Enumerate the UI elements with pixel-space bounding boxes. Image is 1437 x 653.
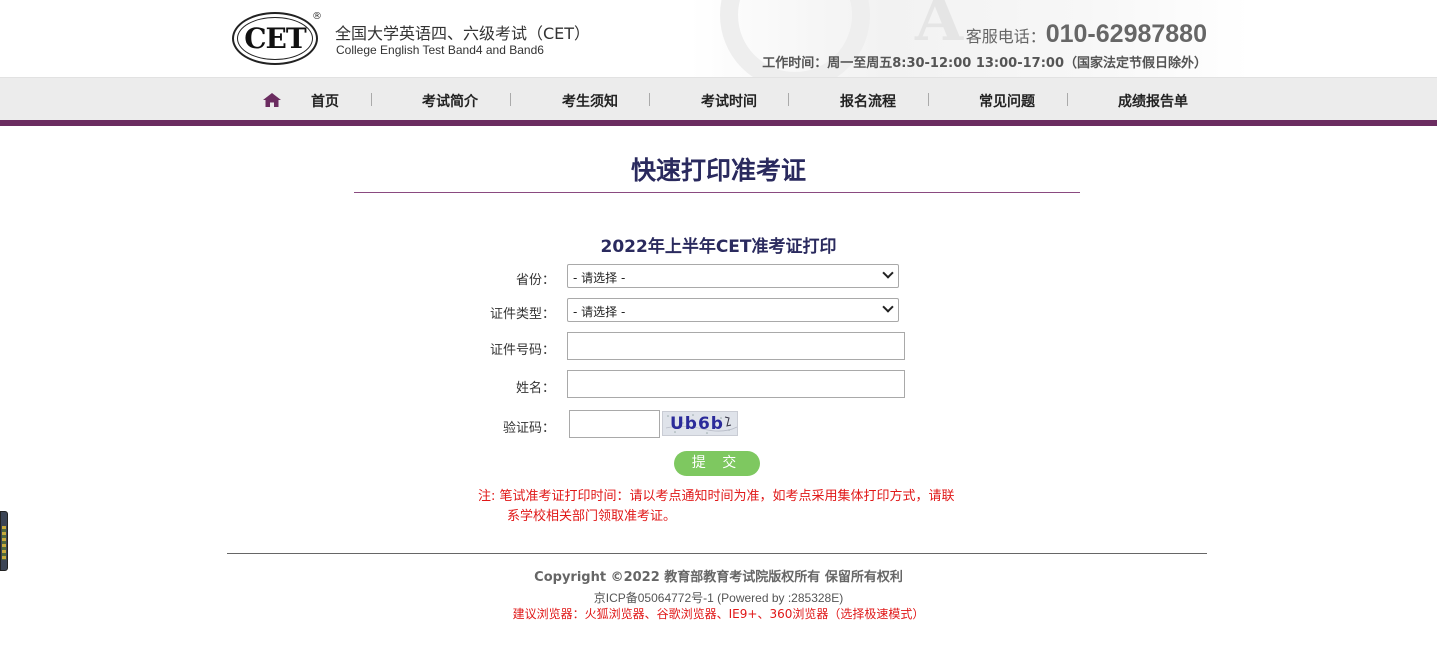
- site-subtitle: College English Test Band4 and Band6: [336, 43, 544, 57]
- nav-separator: [928, 93, 929, 106]
- province-label: 省份：: [515, 273, 555, 288]
- name-label: 姓名：: [515, 381, 555, 396]
- id-type-select-value: - 请选择 -: [573, 305, 626, 319]
- cet-logo-text: CET: [244, 22, 306, 55]
- cet-logo[interactable]: CET: [232, 12, 318, 65]
- title-divider: [354, 192, 1080, 193]
- nav-separator: [371, 93, 372, 106]
- site-title: 全国大学英语四、六级考试（CET）: [335, 24, 591, 43]
- footer-divider: [227, 553, 1207, 554]
- nav-item-home[interactable]: 首页: [311, 91, 339, 111]
- print-time-note: 注: 笔试准考证打印时间：请以考点通知时间为准，如考点采用集体打印方式，请联 系…: [478, 487, 1018, 527]
- icp-record[interactable]: 京ICP备05064772号-1 (Powered by :285328E): [0, 589, 1437, 606]
- home-icon[interactable]: [262, 92, 282, 108]
- browser-recommendation: 建议浏览器：火狐浏览器、谷歌浏览器、IE9+、360浏览器（选择极速模式）: [512, 607, 925, 621]
- submit-button[interactable]: 提 交: [674, 451, 760, 476]
- nav-separator: [649, 93, 650, 106]
- captcha-input[interactable]: [569, 410, 660, 438]
- registered-mark: ®: [312, 11, 322, 22]
- name-input[interactable]: [567, 370, 905, 398]
- decorative-letter: A: [915, 0, 964, 55]
- chevron-down-icon: [882, 301, 894, 313]
- captcha-text: Ub6b: [670, 414, 724, 434]
- chevron-down-icon: [882, 267, 894, 279]
- copyright-text: Copyright ©2022 教育部教育考试院版权所有 保留所有权利: [534, 570, 903, 585]
- nav-item-exam-time[interactable]: 考试时间: [701, 91, 757, 111]
- id-type-select[interactable]: - 请选择 -: [567, 298, 899, 322]
- site-header: A CET ® 全国大学英语四、六级考试（CET） College Englis…: [0, 0, 1437, 90]
- customer-service-hotline: 客服电话：010-62987880: [966, 20, 1207, 49]
- captcha-label: 验证码：: [502, 421, 555, 436]
- nav-item-score-report[interactable]: 成绩报告单: [1118, 91, 1188, 111]
- side-floating-widget[interactable]: [0, 511, 8, 571]
- nav-item-candidate-notice[interactable]: 考生须知: [562, 91, 618, 111]
- form-title: 2022年上半年CET准考证打印: [600, 237, 837, 257]
- note-line-2: 系学校相关部门领取准考证。: [507, 509, 677, 524]
- hotline-number: 010-62987880: [1045, 20, 1207, 48]
- province-select[interactable]: - 请选择 -: [567, 264, 899, 288]
- nav-separator: [788, 93, 789, 106]
- hotline-label: 客服电话：: [965, 27, 1046, 46]
- work-hours: 工作时间：周一至周五8:30-12:00 13:00-17:00（国家法定节假日…: [762, 56, 1207, 71]
- province-select-value: - 请选择 -: [573, 271, 626, 285]
- nav-separator: [1067, 93, 1068, 106]
- nav-item-exam-intro[interactable]: 考试简介: [422, 91, 478, 111]
- page-title: 快速打印准考证: [630, 156, 806, 185]
- captcha-image[interactable]: Ub6b: [662, 411, 738, 436]
- id-number-input[interactable]: [567, 332, 905, 360]
- main-nav: 首页 考试简介 考生须知 考试时间 报名流程 常见问题 成绩报告单: [0, 77, 1437, 120]
- nav-item-faq[interactable]: 常见问题: [979, 91, 1035, 111]
- note-line-1: 注: 笔试准考证打印时间：请以考点通知时间为准，如考点采用集体打印方式，请联: [478, 489, 955, 504]
- nav-accent-bar: [0, 120, 1437, 126]
- id-type-label: 证件类型：: [489, 307, 555, 322]
- id-number-label: 证件号码：: [489, 343, 555, 358]
- nav-separator: [510, 93, 511, 106]
- cet-logo-inner-ring: CET: [237, 17, 313, 60]
- nav-item-registration-process[interactable]: 报名流程: [840, 91, 896, 111]
